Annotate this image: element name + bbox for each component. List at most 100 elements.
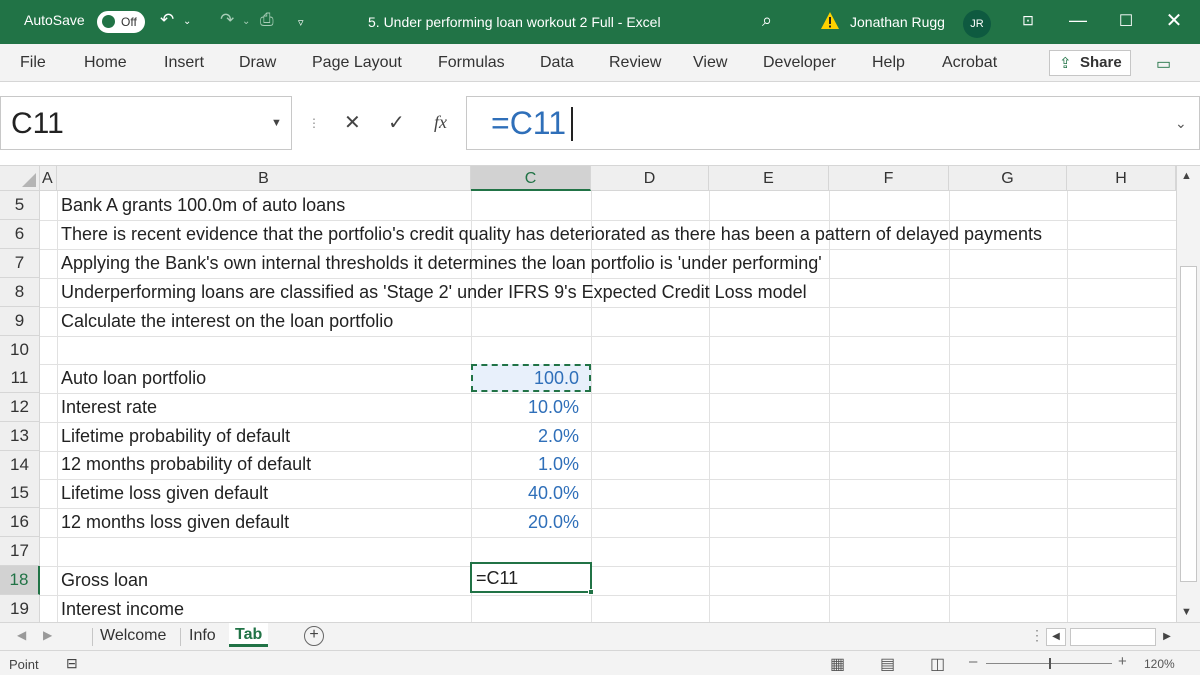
fill-handle[interactable] — [588, 589, 594, 595]
avatar[interactable]: JR — [963, 10, 991, 38]
share-button[interactable]: ⇪ Share — [1049, 50, 1131, 76]
tab-formulas[interactable]: Formulas — [438, 54, 505, 72]
zoom-in-icon[interactable]: + — [1118, 653, 1127, 670]
scroll-left-icon[interactable]: ◀ — [1046, 628, 1066, 646]
minimize-icon[interactable]: — — [1066, 10, 1090, 31]
add-sheet-icon[interactable]: + — [304, 626, 324, 646]
user-name[interactable]: Jonathan Rugg — [850, 14, 945, 30]
tab-review[interactable]: Review — [609, 54, 661, 72]
cell-b15[interactable]: Lifetime loss given default — [61, 483, 268, 504]
cell-b7[interactable]: Applying the Bank's own internal thresho… — [61, 253, 822, 274]
vertical-scroll-thumb[interactable] — [1180, 266, 1197, 582]
comments-icon[interactable]: ▭ — [1156, 54, 1171, 74]
search-icon[interactable]: ⌕ — [762, 10, 772, 31]
cell-b16[interactable]: 12 months loss given default — [61, 512, 289, 533]
cell-c15[interactable]: 40.0% — [469, 483, 579, 504]
sheet-tab-tab[interactable]: Tab — [229, 623, 269, 647]
tab-acrobat[interactable]: Acrobat — [942, 54, 997, 72]
insert-function-icon[interactable]: fx — [434, 112, 447, 133]
column-header-b[interactable]: B — [57, 166, 471, 191]
cell-b13[interactable]: Lifetime probability of default — [61, 426, 290, 447]
cell-b8[interactable]: Underperforming loans are classified as … — [61, 282, 807, 303]
autosave-toggle[interactable]: Off — [97, 11, 145, 33]
active-cell-c18[interactable]: =C11 — [470, 562, 594, 595]
warning-icon[interactable] — [820, 11, 840, 31]
row-header-8[interactable]: 8 — [0, 278, 40, 307]
row-header-7[interactable]: 7 — [0, 249, 40, 278]
expand-formula-icon[interactable]: ⌄ — [1175, 115, 1187, 132]
name-box[interactable]: C11 ▼ — [0, 96, 292, 150]
tab-file[interactable]: File — [20, 54, 46, 72]
tab-developer[interactable]: Developer — [763, 54, 836, 72]
undo-icon[interactable]: ↶ — [160, 10, 174, 30]
tab-help[interactable]: Help — [872, 54, 905, 72]
zoom-out-icon[interactable]: – — [969, 653, 977, 670]
tab-insert[interactable]: Insert — [164, 54, 204, 72]
sheet-tab-info[interactable]: Info — [189, 627, 216, 645]
cell-b6[interactable]: There is recent evidence that the portfo… — [61, 224, 1042, 245]
scroll-right-icon[interactable]: ▶ — [1158, 628, 1176, 646]
zoom-slider-thumb[interactable] — [1049, 658, 1051, 669]
tab-draw[interactable]: Draw — [239, 54, 276, 72]
prev-sheet-icon[interactable]: ◀ — [17, 628, 26, 642]
ribbon-display-icon[interactable]: ⊡ — [1016, 12, 1040, 29]
column-header-d[interactable]: D — [591, 166, 709, 191]
sheet-tab-welcome[interactable]: Welcome — [100, 627, 166, 645]
more-sheets-icon[interactable]: ⋮ — [1030, 627, 1044, 644]
cell-c14[interactable]: 1.0% — [469, 454, 579, 475]
horizontal-scroll-thumb[interactable] — [1070, 628, 1156, 646]
scroll-up-icon[interactable]: ▲ — [1181, 170, 1192, 182]
cell-b19[interactable]: Interest income — [61, 599, 184, 620]
cell-b5[interactable]: Bank A grants 100.0m of auto loans — [61, 195, 345, 216]
redo-dropdown-icon[interactable]: ⌄ — [242, 16, 250, 27]
column-header-h[interactable]: H — [1067, 166, 1176, 191]
column-header-c[interactable]: C — [471, 166, 591, 191]
cell-c11[interactable]: 100.0 — [469, 368, 579, 389]
row-header-6[interactable]: 6 — [0, 220, 40, 249]
cell-b18[interactable]: Gross loan — [61, 570, 148, 591]
cell-c16[interactable]: 20.0% — [469, 512, 579, 533]
cell-c12[interactable]: 10.0% — [469, 397, 579, 418]
tab-view[interactable]: View — [693, 54, 727, 72]
camera-icon[interactable]: ⎙ — [260, 10, 274, 30]
column-header-e[interactable]: E — [709, 166, 829, 191]
row-header-15[interactable]: 15 — [0, 479, 40, 508]
column-header-a[interactable]: A — [40, 166, 57, 191]
tab-data[interactable]: Data — [540, 54, 574, 72]
row-header-9[interactable]: 9 — [0, 307, 40, 336]
cell-b9[interactable]: Calculate the interest on the loan portf… — [61, 311, 393, 332]
row-header-11[interactable]: 11 — [0, 364, 40, 393]
cell-b11[interactable]: Auto loan portfolio — [61, 368, 206, 389]
cancel-icon[interactable]: ✕ — [344, 110, 361, 135]
row-header-12[interactable]: 12 — [0, 393, 40, 422]
spreadsheet-grid[interactable]: A B C D E F G H 5 6 7 8 9 10 11 12 13 14… — [0, 166, 1176, 624]
tab-page-layout[interactable]: Page Layout — [312, 54, 402, 72]
redo-icon[interactable]: ↷ — [220, 10, 234, 30]
close-icon[interactable]: ✕ — [1162, 8, 1186, 33]
page-layout-view-icon[interactable]: ▤ — [880, 654, 895, 674]
scroll-down-icon[interactable]: ▼ — [1181, 606, 1192, 618]
vertical-scrollbar[interactable]: ▲ ▼ — [1176, 166, 1200, 622]
cell-b12[interactable]: Interest rate — [61, 397, 157, 418]
row-header-10[interactable]: 10 — [0, 336, 40, 365]
row-header-19[interactable]: 19 — [0, 595, 40, 624]
column-header-g[interactable]: G — [949, 166, 1067, 191]
page-break-view-icon[interactable]: ◫ — [930, 654, 945, 674]
horizontal-scrollbar[interactable]: ◀ ▶ — [1046, 628, 1176, 646]
accessibility-icon[interactable]: ⊟ — [66, 655, 78, 672]
maximize-icon[interactable]: ☐ — [1114, 11, 1138, 31]
undo-dropdown-icon[interactable]: ⌄ — [183, 16, 191, 27]
enter-icon[interactable]: ✓ — [388, 110, 405, 135]
cell-b14[interactable]: 12 months probability of default — [61, 454, 311, 475]
row-header-18[interactable]: 18 — [0, 566, 40, 595]
tab-home[interactable]: Home — [84, 54, 127, 72]
row-header-14[interactable]: 14 — [0, 451, 40, 480]
column-header-f[interactable]: F — [829, 166, 949, 191]
row-header-5[interactable]: 5 — [0, 191, 40, 220]
row-header-16[interactable]: 16 — [0, 508, 40, 537]
next-sheet-icon[interactable]: ▶ — [43, 628, 52, 642]
zoom-level[interactable]: 120% — [1144, 657, 1175, 671]
normal-view-icon[interactable]: ▦ — [830, 654, 845, 674]
customize-toolbar-icon[interactable]: ▿ — [298, 16, 304, 29]
row-header-13[interactable]: 13 — [0, 422, 40, 451]
